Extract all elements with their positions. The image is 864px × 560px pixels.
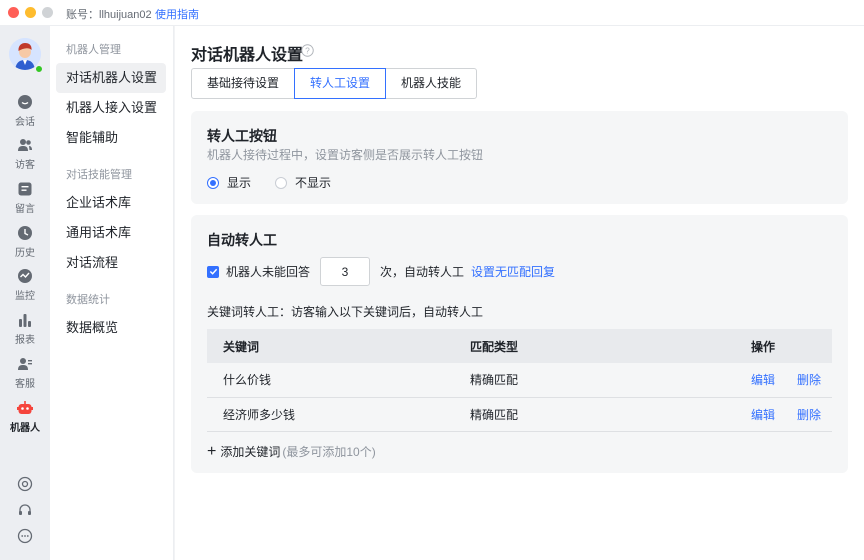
rail-label: 客服 (15, 379, 35, 390)
unanswered-label: 机器人未能回答 (226, 265, 311, 279)
window-controls (8, 7, 53, 18)
rail-label: 访客 (15, 160, 35, 171)
page-title: 对话机器人设置 (191, 47, 304, 64)
plus-icon: + (207, 442, 217, 460)
svg-text:?: ? (305, 46, 310, 56)
rail-label: 机器人 (10, 423, 40, 434)
robot-icon (17, 401, 33, 414)
keyword-cell: 什么价钱 (207, 363, 454, 398)
edit-button[interactable]: 编辑 (751, 373, 775, 387)
rail-item-visitors[interactable]: 访客 (0, 137, 50, 177)
report-icon (19, 314, 31, 327)
rail-item-messages[interactable]: 留言 (0, 181, 50, 221)
radio-label: 不显示 (295, 176, 332, 190)
display-radio-group: 显示 不显示 (207, 174, 355, 191)
user-guide-link[interactable]: 使用指南 (155, 6, 199, 22)
table-row: 经济师多少钱 精确匹配 编辑 删除 (207, 397, 832, 432)
main-panel: 对话机器人设置 ? 基础接待设置 转人工设置 机器人技能 转人工按钮 机器人接待… (175, 26, 864, 560)
nav-item-dialog-robot-settings[interactable]: 对话机器人设置 (56, 63, 166, 93)
match-type-cell: 精确匹配 (454, 363, 735, 398)
nav-section-title: 机器人管理 (66, 44, 121, 56)
rail-item-history[interactable]: 历史 (0, 225, 50, 265)
keyword-table: 关键词 匹配类型 操作 什么价钱 精确匹配 编辑删除 经济师多少钱 精确匹配 (207, 329, 832, 432)
rail-label: 监控 (15, 291, 35, 302)
delete-button[interactable]: 删除 (797, 408, 821, 422)
unanswered-transfer-row: 机器人未能回答 次，自动转人工 设置无匹配回复 (207, 257, 555, 286)
title-bar: 账号：llhuijuan02 使用指南 (0, 0, 864, 26)
radio-show[interactable] (207, 176, 219, 189)
radio-hide[interactable] (275, 176, 288, 189)
transfer-button-card: 转人工按钮 机器人接待过程中，设置访客侧是否展示转人工按钮 显示 不显示 (191, 111, 848, 204)
column-header-keyword: 关键词 (207, 329, 454, 363)
delete-button[interactable]: 删除 (797, 373, 821, 387)
set-no-match-reply-link[interactable]: 设置无匹配回复 (471, 263, 555, 280)
keyword-transfer-title: 关键词转人工：访客输入以下关键词后，自动转人工 (207, 305, 484, 319)
nav-section-title: 数据统计 (66, 294, 110, 306)
column-header-actions: 操作 (735, 329, 832, 363)
nav-item-common-scripts[interactable]: 通用话术库 (56, 218, 166, 248)
close-window-button[interactable] (8, 7, 19, 18)
nav-item-data-overview[interactable]: 数据概览 (56, 313, 166, 343)
rail-item-monitor[interactable]: 监控 (0, 268, 50, 308)
target-icon[interactable] (17, 476, 33, 492)
rail-label: 会话 (15, 117, 35, 128)
auto-transfer-card: 自动转人工 机器人未能回答 次，自动转人工 设置无匹配回复 关键词转人工：访客输… (191, 215, 848, 473)
unanswered-checkbox[interactable] (207, 265, 219, 278)
radio-label: 显示 (227, 176, 252, 190)
rail-item-robot[interactable]: 机器人 (0, 400, 50, 440)
transfer-suffix: 次，自动转人工 (380, 265, 465, 279)
rail-label: 留言 (15, 204, 35, 215)
actions-cell: 编辑 删除 (735, 397, 832, 432)
add-keyword-label: 添加关键词 (220, 445, 281, 459)
minimize-window-button[interactable] (25, 7, 36, 18)
rail-label: 历史 (15, 248, 35, 259)
nav-item-robot-access-settings[interactable]: 机器人接入设置 (56, 93, 166, 123)
tab-basic-reception[interactable]: 基础接待设置 (191, 68, 296, 99)
add-keyword-hint: (最多可添加10个) (282, 445, 376, 459)
table-row: 什么价钱 精确匹配 编辑 删除 (207, 363, 832, 398)
nav-section-title: 对话技能管理 (66, 169, 132, 181)
match-type-cell: 精确匹配 (454, 397, 735, 432)
account-label: 账号：llhuijuan02 (66, 9, 152, 21)
edit-button[interactable]: 编辑 (751, 408, 775, 422)
visitors-icon (18, 139, 32, 151)
table-header-row: 关键词 匹配类型 操作 (207, 329, 832, 363)
card-title: 自动转人工 (207, 232, 277, 248)
nav-item-smart-assist[interactable]: 智能辅助 (56, 123, 166, 153)
chat-icon (18, 95, 32, 109)
rail-item-reports[interactable]: 报表 (0, 312, 50, 352)
monitor-icon (18, 269, 32, 283)
rail-item-chat[interactable]: 会话 (0, 94, 50, 134)
zoom-window-button[interactable] (42, 7, 53, 18)
history-icon (18, 226, 32, 240)
tab-robot-skills[interactable]: 机器人技能 (385, 68, 478, 99)
unanswered-count-input[interactable] (320, 257, 371, 286)
card-description: 机器人接待过程中，设置访客侧是否展示转人工按钮 (207, 148, 484, 162)
settings-tabs: 基础接待设置 转人工设置 机器人技能 (191, 68, 478, 99)
check-icon (209, 268, 217, 275)
nav-item-dialog-flow[interactable]: 对话流程 (56, 248, 166, 278)
tab-transfer-to-human[interactable]: 转人工设置 (294, 68, 387, 99)
rail-label: 报表 (15, 335, 35, 346)
column-header-match-type: 匹配类型 (454, 329, 735, 363)
help-icon[interactable]: ? (301, 44, 314, 57)
icon-rail: 会话 访客 留言 历史 监控 报表 客服 机器人 (0, 26, 50, 560)
card-title: 转人工按钮 (207, 128, 277, 144)
more-icon[interactable] (17, 528, 33, 544)
secondary-nav: 机器人管理 对话机器人设置 机器人接入设置 智能辅助 对话技能管理 企业话术库 … (50, 26, 174, 560)
message-icon (18, 182, 32, 196)
add-keyword-button[interactable]: + 添加关键词 (最多可添加10个) (207, 443, 376, 460)
keyword-cell: 经济师多少钱 (207, 397, 454, 432)
online-status-dot (35, 65, 43, 73)
rail-item-agents[interactable]: 客服 (0, 356, 50, 396)
actions-cell: 编辑 删除 (735, 363, 832, 398)
nav-item-enterprise-scripts[interactable]: 企业话术库 (56, 188, 166, 218)
agent-icon (18, 358, 32, 370)
headset-icon[interactable] (17, 502, 33, 518)
